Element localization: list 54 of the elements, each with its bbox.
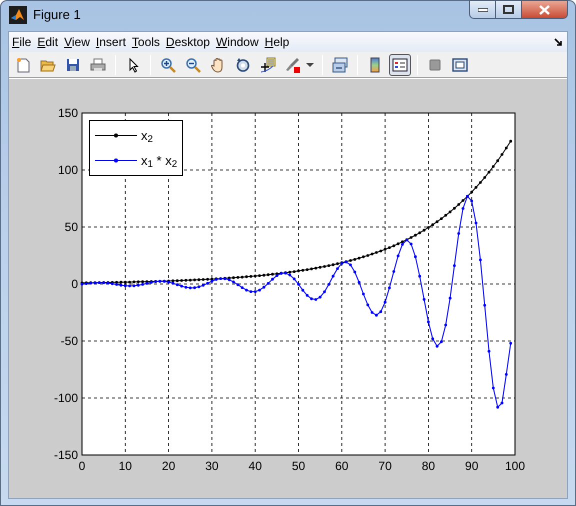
menu-item[interactable]: Insert (92, 33, 129, 51)
x-tick-label: 10 (118, 459, 132, 473)
close-button[interactable] (522, 0, 568, 19)
legend-box[interactable]: x$_{2}$ x$_{1}$ * x$_{2}$ (89, 120, 184, 176)
y-tick-label: 50 (64, 220, 78, 234)
y-tick-label: -100 (54, 391, 78, 405)
window-title: Figure 1 (33, 6, 81, 24)
y-tick-label: -150 (54, 448, 78, 462)
legend-icon (392, 56, 408, 72)
x-tick-label: 20 (162, 459, 176, 473)
y-tick-label: 150 (58, 106, 78, 120)
menu-item[interactable]: File (9, 33, 34, 51)
y-tick-label: 0 (71, 277, 78, 291)
zoom-in-icon (160, 56, 176, 72)
y-tick-label: -50 (60, 334, 78, 348)
menu-item[interactable]: Desktop (162, 33, 213, 51)
square-icon (427, 56, 443, 72)
legend-line-icon (95, 133, 137, 138)
x-tick-label: 90 (465, 459, 478, 473)
brush-icon (285, 56, 301, 72)
x-tick-label: 60 (335, 459, 348, 473)
menu-item[interactable]: Edit (34, 33, 62, 51)
minimize-icon (478, 8, 488, 12)
x-tick-label: 30 (205, 459, 219, 473)
restore-icon (503, 5, 514, 14)
menu-item[interactable]: Help (262, 33, 292, 51)
close-icon (539, 4, 550, 14)
x-tick-label: 70 (378, 459, 392, 473)
y-tick-label: 100 (58, 163, 78, 177)
menu-item[interactable]: Tools (128, 33, 163, 51)
legend-line-icon (95, 158, 137, 163)
app-logo-icon (9, 6, 27, 24)
x-tick-label: 0 (78, 459, 86, 473)
zoom-out-icon (185, 56, 201, 72)
print-icon (90, 56, 106, 72)
maximize-button[interactable] (496, 0, 522, 19)
frame-icon (452, 56, 468, 72)
menu-item[interactable]: Window (212, 33, 262, 51)
minimize-button[interactable] (469, 0, 496, 19)
rotate-icon (235, 56, 251, 72)
legend-button[interactable] (389, 54, 411, 76)
x-tick-label: 40 (248, 459, 262, 473)
x-tick-label: 100 (504, 459, 526, 473)
dock-arrow-icon[interactable] (554, 38, 563, 46)
new-file-icon (15, 56, 31, 72)
legend-label: x$_{2}$ (141, 126, 153, 146)
save-icon (65, 56, 81, 72)
x-tick-label: 80 (422, 459, 436, 473)
caret-icon (306, 62, 314, 66)
x-tick-label: 50 (292, 459, 306, 473)
legend-label: x$_{1}$ * x$_{2}$ (141, 152, 178, 170)
linked-windows-icon (332, 56, 348, 72)
data-cursor-icon (260, 56, 276, 72)
menu-item[interactable]: View (61, 33, 93, 51)
